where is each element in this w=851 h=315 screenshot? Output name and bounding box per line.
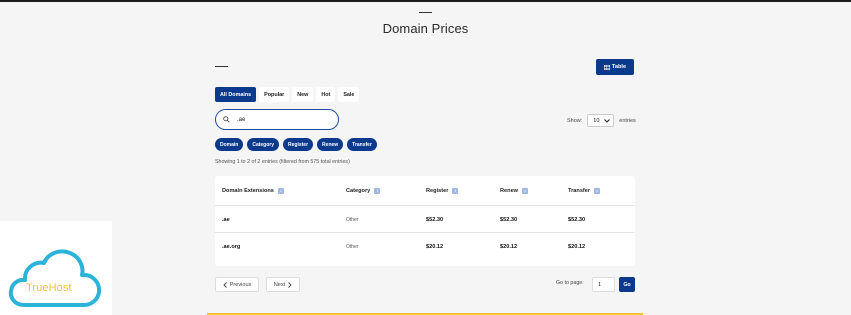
domain-search-input[interactable]: .ae (215, 109, 339, 130)
info-icon[interactable]: i (452, 187, 459, 194)
header-label: Transfer (568, 187, 591, 194)
transfer-price: $20.12 (568, 243, 586, 250)
sort-chips: Domain Category Register Renew Transfer (215, 138, 377, 151)
next-label: Next (273, 281, 286, 288)
header-transfer[interactable]: Transfer i (568, 187, 601, 194)
title-divider (419, 12, 432, 13)
entries-selected-value: 10 (593, 117, 600, 124)
entries-length-control: Show: 10 entries (567, 114, 636, 127)
filter-hot[interactable]: Hot (316, 87, 336, 102)
domain-prices-table: Domain Extensions i Category i Register i R… (215, 176, 635, 266)
show-label: Show: (567, 117, 583, 124)
header-label: Register (426, 187, 449, 194)
chevron-right-icon (288, 281, 292, 288)
goto-page-input[interactable]: 1 (592, 277, 615, 292)
info-icon[interactable]: i (374, 187, 381, 194)
goto-page-label: Go to page: (556, 280, 584, 286)
chevron-down-icon (604, 118, 611, 123)
page-title: Domain Prices (382, 21, 469, 36)
domain-extension: .ae.org (222, 243, 241, 250)
header-label: Renew (500, 187, 519, 194)
transfer-price: $52.30 (568, 216, 586, 223)
entries-select[interactable]: 10 (587, 114, 615, 127)
sort-chip-register[interactable]: Register (283, 138, 314, 151)
renew-price: $52.30 (500, 216, 518, 223)
domain-category: Other (346, 216, 359, 223)
table-view-button[interactable]: Table (596, 59, 634, 75)
register-price: $52.30 (426, 216, 444, 223)
next-page-button[interactable]: Next (266, 277, 300, 292)
sort-chip-category[interactable]: Category (247, 138, 280, 151)
register-price: $20.12 (426, 243, 444, 250)
header-register[interactable]: Register i (426, 187, 459, 194)
table-icon (603, 64, 610, 70)
info-icon[interactable]: i (522, 187, 529, 194)
filter-sale[interactable]: Sale (338, 87, 360, 102)
info-icon[interactable]: i (277, 187, 284, 194)
info-icon[interactable]: i (594, 187, 601, 194)
sort-chip-transfer[interactable]: Transfer (347, 138, 377, 151)
logo-text: TrueHost (26, 282, 72, 294)
previous-page-button[interactable]: Previous (215, 277, 259, 292)
sort-chip-domain[interactable]: Domain (215, 138, 244, 151)
filter-new[interactable]: New (292, 87, 314, 102)
domain-filter-tabs: All Domains Popular New Hot Sale (215, 87, 360, 102)
header-renew[interactable]: Renew i (500, 187, 529, 194)
table-row: .ae.org Other $20.12 $20.12 $20.12 (215, 233, 635, 260)
header-category[interactable]: Category i (346, 187, 381, 194)
previous-label: Previous (229, 281, 252, 288)
top-border (0, 0, 851, 2)
go-button[interactable]: Go (619, 277, 635, 292)
truehost-logo[interactable]: TrueHost (0, 221, 112, 315)
search-value: .ae (237, 116, 246, 123)
filter-popular[interactable]: Popular (259, 87, 290, 102)
renew-price: $20.12 (500, 243, 518, 250)
table-view-label: Table (611, 64, 627, 70)
sort-chip-renew[interactable]: Renew (317, 138, 344, 151)
entries-suffix: entries (619, 117, 636, 124)
table-header-row: Domain Extensions i Category i Register i R… (215, 176, 635, 206)
header-label: Category (346, 187, 371, 194)
filter-all-domains[interactable]: All Domains (215, 87, 257, 102)
table-row: .ae Other $52.30 $52.30 $52.30 (215, 206, 635, 233)
header-domain-extensions[interactable]: Domain Extensions i (222, 187, 284, 194)
table-info-text: Showing 1 to 2 of 2 entries (filtered fr… (215, 159, 350, 165)
header-label: Domain Extensions (222, 187, 274, 194)
domain-extension: .ae (222, 216, 230, 223)
chevron-left-icon (222, 281, 227, 288)
section-divider (215, 66, 228, 67)
cloud-logo-icon (8, 249, 102, 307)
domain-category: Other (346, 243, 359, 250)
search-icon (223, 116, 230, 123)
